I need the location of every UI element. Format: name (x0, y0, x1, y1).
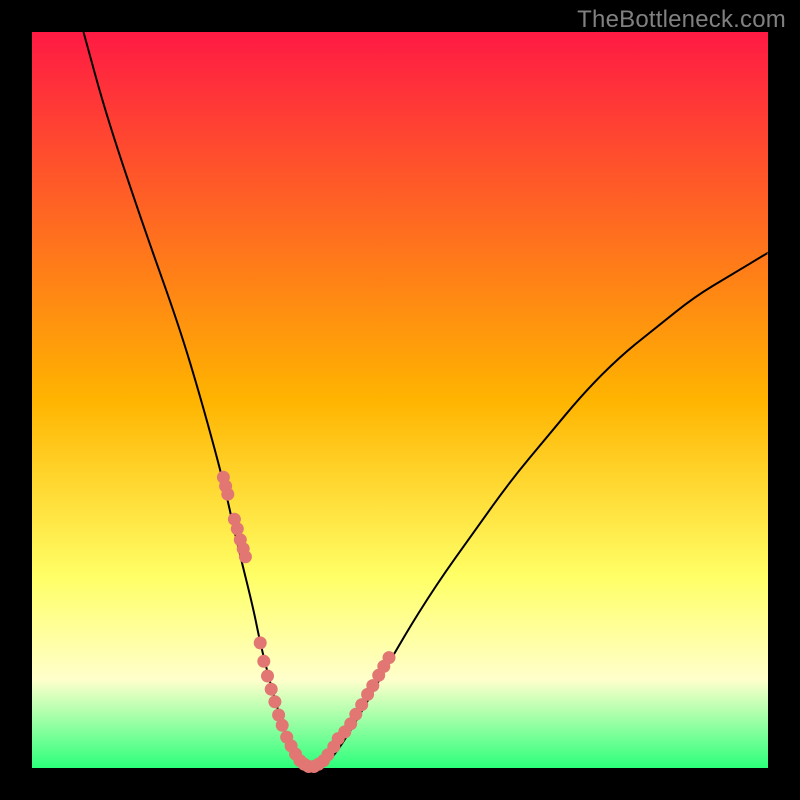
plot-background (32, 32, 768, 768)
curve-dot (221, 488, 234, 501)
curve-dot (231, 522, 244, 535)
curve-dot (276, 719, 289, 732)
curve-dot (261, 670, 274, 683)
chart-stage: TheBottleneck.com (0, 0, 800, 800)
curve-dot (383, 651, 396, 664)
bottleneck-plot (0, 0, 800, 800)
curve-dot (239, 550, 252, 563)
watermark-label: TheBottleneck.com (577, 6, 786, 34)
curve-dot (268, 695, 281, 708)
curve-dot (254, 636, 267, 649)
curve-dot (265, 683, 278, 696)
curve-dot (257, 655, 270, 668)
